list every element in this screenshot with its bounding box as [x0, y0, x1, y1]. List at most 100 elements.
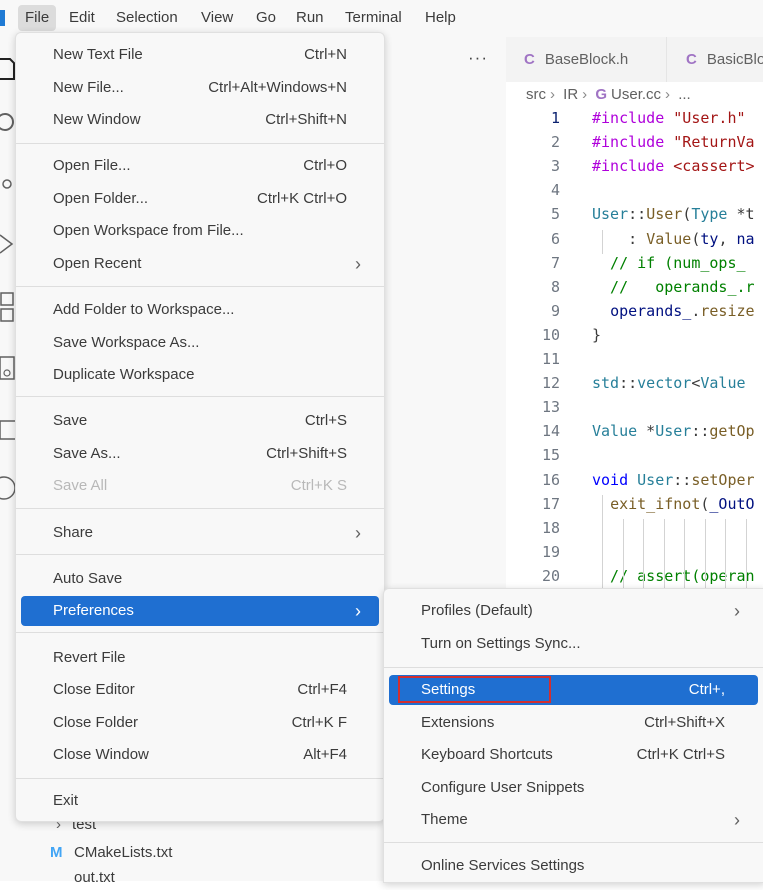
menu-item-label: Online Services Settings [421, 857, 585, 874]
menu-go[interactable]: Go [249, 5, 283, 31]
menu-item-share[interactable]: Share › [21, 518, 379, 548]
menu-separator [16, 143, 384, 144]
menu-item-close-window[interactable]: Close Window Alt+F4 [21, 740, 379, 770]
submenu-item-theme[interactable]: Theme › [389, 805, 758, 835]
menu-item-auto-save[interactable]: Auto Save [21, 564, 379, 594]
breadcrumb: src › IR › G User.cc › ... [506, 82, 763, 108]
menu-item-exit[interactable]: Exit [21, 786, 379, 816]
tree-file-cmakelists[interactable]: M CMakeLists.txt [50, 841, 172, 865]
code-line: void User::setOper [592, 471, 755, 489]
indent-guide [705, 518, 706, 591]
menu-terminal[interactable]: Terminal [338, 5, 409, 31]
code-token: Value [592, 422, 638, 441]
menu-item-save-as[interactable]: Save As... Ctrl+Shift+S [21, 439, 379, 469]
code-token: User [592, 205, 629, 224]
code-line: exit_ifnot(_OutO [592, 495, 755, 513]
menu-separator [16, 286, 384, 287]
menu-separator [16, 778, 384, 779]
line-number: 6 [550, 229, 560, 248]
code-line: User::User(Type *t [592, 205, 755, 223]
menu-item-shortcut: Ctrl+F4 [297, 681, 347, 698]
annotation-highlight-box [398, 676, 551, 703]
submenu-item-turn-on-settings-sync[interactable]: Turn on Settings Sync... [389, 629, 758, 659]
code-token: User [637, 470, 674, 489]
code-line: std::vector<Value [592, 374, 755, 392]
menu-item-shortcut: Ctrl+K S [290, 477, 347, 494]
code-editor[interactable]: 1 #include "User.h" 2 #include "ReturnVa 3 #i… [506, 108, 763, 591]
breadcrumb-symbol[interactable]: ... [678, 86, 691, 103]
menu-item-label: Open File... [53, 157, 131, 174]
menu-item-label: Save All [53, 477, 108, 494]
code-token: "User.h" [673, 109, 746, 127]
breadcrumb-separator-icon: › [550, 86, 555, 103]
line-number: 9 [550, 301, 560, 320]
code-token: na [736, 229, 755, 248]
tab-baseblock-h[interactable]: C BaseBlock.h [506, 37, 667, 82]
submenu-item-settings[interactable]: Settings Ctrl+, [389, 675, 758, 705]
submenu-item-configure-user-snippets[interactable]: Configure User Snippets [389, 773, 758, 803]
code-token: :: [628, 205, 647, 224]
menu-item-save[interactable]: Save Ctrl+S [21, 406, 379, 436]
submenu-item-extensions[interactable]: Extensions Ctrl+Shift+X [389, 708, 758, 738]
menu-item-label: Open Folder... [53, 190, 149, 207]
menu-item-new-file[interactable]: New File... Ctrl+Alt+Windows+N [21, 73, 379, 103]
menu-item-open-recent[interactable]: Open Recent › [21, 249, 379, 279]
code-token: * [637, 422, 656, 441]
line-number: 7 [550, 253, 560, 272]
line-number: 10 [541, 325, 560, 344]
menu-file[interactable]: File [18, 5, 57, 31]
menu-item-label: Save As... [53, 445, 121, 462]
menu-item-open-file[interactable]: Open File... Ctrl+O [21, 151, 379, 181]
chevron-right-icon: › [355, 523, 361, 543]
menu-item-save-all: Save All Ctrl+K S [21, 471, 379, 501]
tab-label: BasicBlo [706, 51, 763, 68]
menu-help[interactable]: Help [418, 5, 463, 31]
code-token: getOp [709, 422, 755, 441]
menu-item-shortcut: Ctrl+Shift+S [266, 445, 347, 462]
vscode-logo-icon [0, 10, 5, 26]
menu-item-open-folder[interactable]: Open Folder... Ctrl+K Ctrl+O [21, 184, 379, 214]
menu-item-label: Preferences [53, 602, 134, 619]
submenu-item-profiles-default[interactable]: Profiles (Default) › [389, 596, 758, 626]
menu-item-close-editor[interactable]: Close Editor Ctrl+F4 [21, 675, 379, 705]
menu-item-add-folder-to-workspace[interactable]: Add Folder to Workspace... [21, 295, 379, 325]
menu-item-label: Profiles (Default) [421, 602, 533, 619]
menu-item-new-text-file[interactable]: New Text File Ctrl+N [21, 40, 379, 70]
menu-item-label: Extensions [421, 714, 495, 731]
menu-edit[interactable]: Edit [62, 5, 102, 31]
menu-item-label: Save [53, 412, 88, 429]
c-file-icon: C [686, 51, 697, 68]
breadcrumb-ir[interactable]: IR [563, 86, 578, 103]
tab-basicblock[interactable]: C BasicBlo [668, 37, 763, 82]
chevron-right-icon: › [355, 254, 361, 274]
menu-item-preferences[interactable]: Preferences › [21, 596, 379, 626]
menu-item-label: Open Workspace from File... [53, 222, 244, 239]
line-number: 14 [541, 422, 560, 441]
code-token: // assert(operan [592, 566, 755, 585]
menu-item-open-workspace-from-file[interactable]: Open Workspace from File... [21, 216, 379, 246]
breadcrumb-separator-icon: › [665, 86, 671, 103]
code-token: :: [691, 422, 710, 441]
menu-run[interactable]: Run [289, 5, 331, 31]
editor-tab-bar: C BaseBlock.h C BasicBlo [506, 37, 763, 83]
menu-item-save-workspace-as[interactable]: Save Workspace As... [21, 328, 379, 358]
code-token: void [592, 470, 629, 489]
code-token: :: [673, 470, 692, 489]
tree-file-out[interactable]: out.txt [74, 866, 115, 890]
menu-item-duplicate-workspace[interactable]: Duplicate Workspace [21, 360, 379, 390]
menu-item-revert-file[interactable]: Revert File [21, 643, 379, 673]
menu-selection[interactable]: Selection [109, 5, 185, 31]
chevron-right-icon: › [355, 601, 361, 621]
menu-item-close-folder[interactable]: Close Folder Ctrl+K F [21, 708, 379, 738]
breadcrumb-src[interactable]: src [526, 86, 546, 103]
menu-separator [16, 554, 384, 555]
submenu-item-online-services-settings[interactable]: Online Services Settings [389, 851, 758, 881]
breadcrumb-file[interactable]: User.cc [611, 86, 661, 103]
menu-item-new-window[interactable]: New Window Ctrl+Shift+N [21, 105, 379, 135]
menu-view[interactable]: View [194, 5, 240, 31]
code-token: _OutO [709, 494, 755, 513]
explorer-more-actions-button[interactable]: ··· [468, 48, 488, 68]
code-token: , [718, 229, 737, 248]
submenu-item-keyboard-shortcuts[interactable]: Keyboard Shortcuts Ctrl+K Ctrl+S [389, 740, 758, 770]
